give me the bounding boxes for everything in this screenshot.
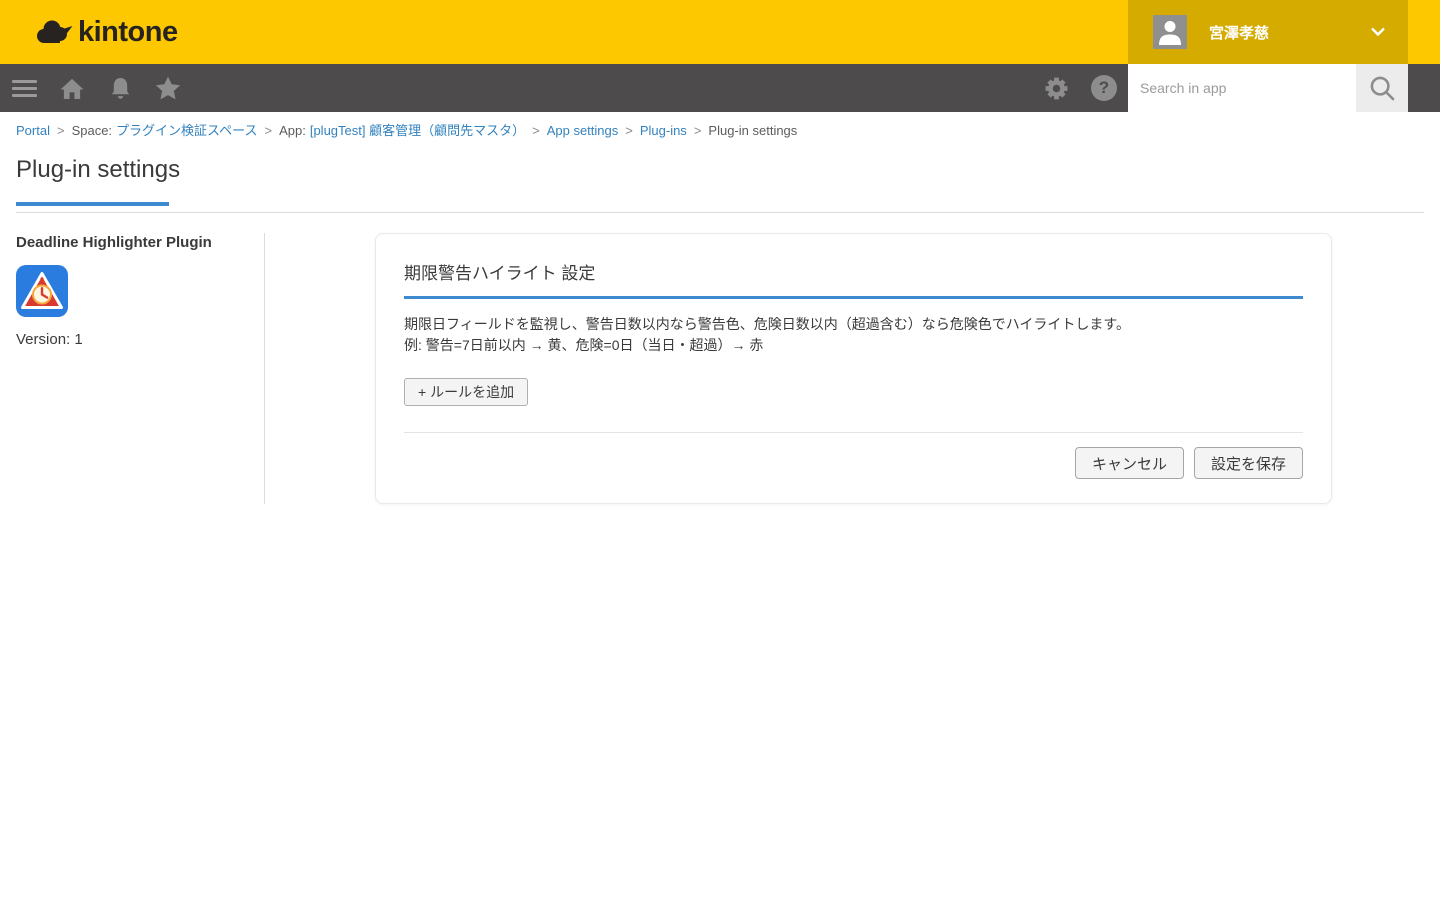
content: Deadline Highlighter Plugin Version: 1 期…: [0, 233, 1440, 504]
add-rule-button[interactable]: + ルールを追加: [404, 378, 528, 406]
breadcrumb-link-app[interactable]: [plugTest] 顧客管理（顧問先マスタ）: [310, 123, 525, 138]
notifications-button[interactable]: [96, 64, 144, 112]
home-icon: [59, 77, 85, 100]
panel-footer: キャンセル 設定を保存: [404, 447, 1303, 479]
star-icon: [155, 76, 181, 101]
plugin-sidebar: Deadline Highlighter Plugin Version: 1: [0, 233, 265, 504]
breadcrumb-link-app-settings[interactable]: App settings: [547, 123, 619, 138]
hamburger-menu-button[interactable]: [0, 64, 48, 112]
panel-description-line1: 期限日フィールドを監視し、警告日数以内なら警告色、危険日数以内（超過含む）なら危…: [404, 316, 1130, 332]
breadcrumb-separator: >: [625, 123, 633, 138]
kintone-cloud-icon: [34, 17, 74, 47]
search-icon: [1369, 75, 1396, 102]
breadcrumb-space-prefix: Space:: [72, 123, 112, 138]
breadcrumb-current: Plug-in settings: [708, 123, 797, 138]
user-avatar: [1153, 15, 1187, 49]
kintone-logo-text: kintone: [78, 16, 178, 49]
plugin-name: Deadline Highlighter Plugin: [16, 234, 248, 252]
breadcrumb-separator: >: [532, 123, 540, 138]
page-title: Plug-in settings: [16, 155, 1440, 185]
main-area: 期限警告ハイライト 設定 期限日フィールドを監視し、警告日数以内なら警告色、危険…: [265, 233, 1440, 504]
breadcrumb-link-portal[interactable]: Portal: [16, 123, 50, 138]
home-button[interactable]: [48, 64, 96, 112]
gear-icon: [1043, 75, 1070, 102]
help-button[interactable]: ?: [1080, 64, 1128, 112]
panel-footer-divider: [404, 432, 1303, 433]
breadcrumb-link-space[interactable]: プラグイン検証スペース: [116, 123, 257, 138]
top-header: kintone 宮澤孝慈: [0, 0, 1440, 64]
user-menu[interactable]: 宮澤孝慈: [1128, 0, 1408, 64]
breadcrumb-separator: >: [265, 123, 273, 138]
save-settings-button[interactable]: 設定を保存: [1194, 447, 1303, 479]
hamburger-icon: [12, 80, 37, 97]
search-input[interactable]: [1128, 64, 1356, 112]
panel-description: 期限日フィールドを監視し、警告日数以内なら警告色、危険日数以内（超過含む）なら危…: [404, 314, 1303, 356]
breadcrumb-link-plugins[interactable]: Plug-ins: [640, 123, 687, 138]
page-title-divider: [16, 212, 1424, 213]
settings-button[interactable]: [1032, 64, 1080, 112]
breadcrumb-separator: >: [57, 123, 65, 138]
plugin-version: Version: 1: [16, 331, 248, 348]
breadcrumb-separator: >: [694, 123, 702, 138]
favorites-button[interactable]: [144, 64, 192, 112]
bell-icon: [109, 76, 132, 101]
help-icon: ?: [1091, 75, 1117, 101]
search-button[interactable]: [1356, 64, 1408, 112]
nav-bar: ?: [0, 64, 1440, 112]
page-title-accent-bar: [16, 202, 169, 206]
breadcrumb-app-prefix: App:: [279, 123, 306, 138]
breadcrumb: Portal > Space: プラグイン検証スペース > App: [plugTest] …: [0, 112, 1440, 140]
panel-description-line2: 例: 警告=7日前以内 → 黄、危険=0日（当日・超過）→ 赤: [404, 337, 763, 353]
kintone-logo[interactable]: kintone: [34, 0, 178, 64]
plugin-settings-panel: 期限警告ハイライト 設定 期限日フィールドを監視し、警告日数以内なら警告色、危険…: [375, 233, 1332, 504]
user-name: 宮澤孝慈: [1209, 22, 1269, 43]
chevron-down-icon: [1370, 27, 1386, 37]
cancel-button[interactable]: キャンセル: [1075, 447, 1184, 479]
deadline-plugin-icon: [16, 265, 68, 317]
panel-title: 期限警告ハイライト 設定: [404, 259, 1303, 299]
